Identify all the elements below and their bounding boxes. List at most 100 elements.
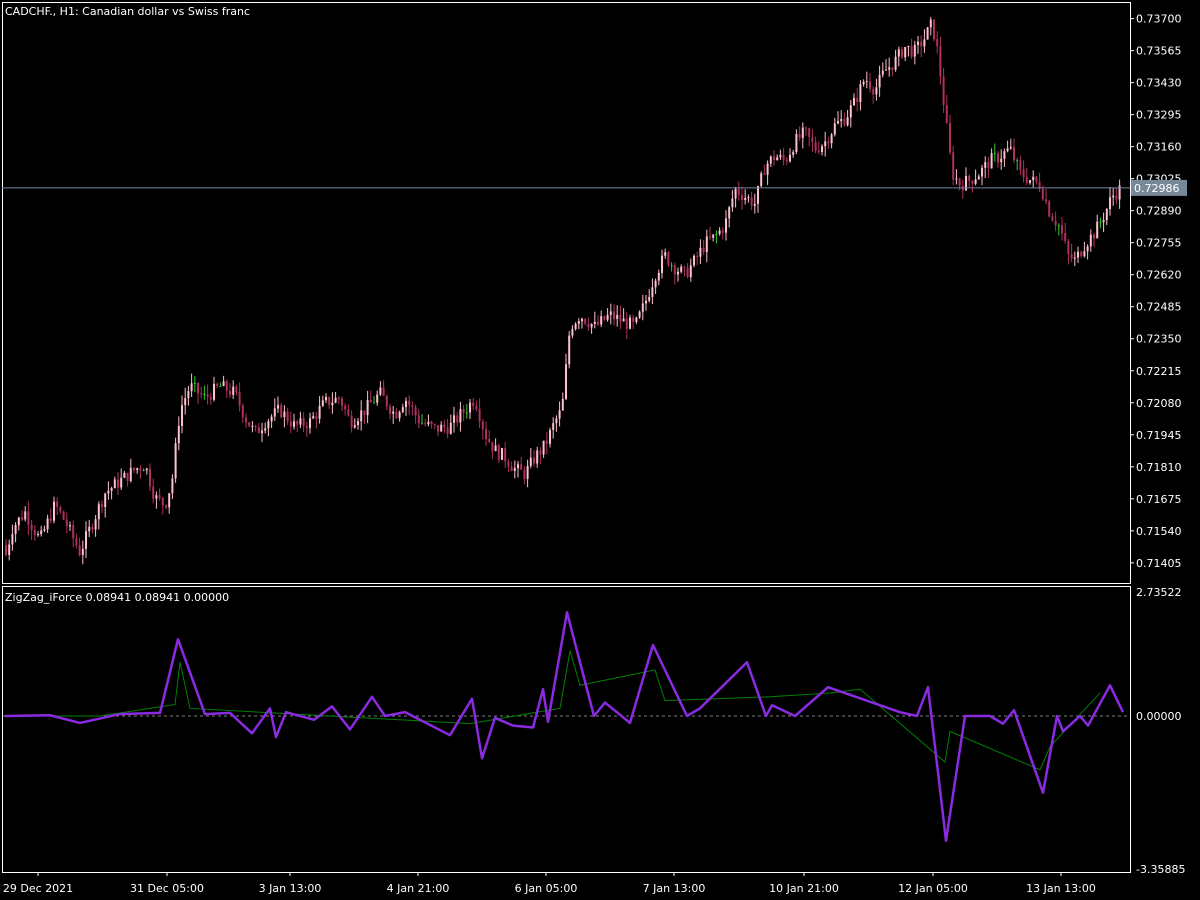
- candle-body: [440, 424, 443, 432]
- candle-body: [155, 495, 158, 499]
- candle-body: [507, 461, 510, 467]
- candle-body: [728, 207, 731, 219]
- candle-body: [1096, 221, 1099, 239]
- candle-body: [981, 167, 983, 177]
- candle-body: [862, 81, 865, 85]
- price-tick-label: 0.72350: [1136, 333, 1182, 346]
- candle-body: [827, 141, 830, 144]
- candle-body: [78, 545, 81, 556]
- candle-body: [565, 364, 567, 399]
- time-tick-label: 6 Jan 05:00: [515, 882, 578, 895]
- candle-body: [769, 156, 772, 164]
- price-tick-label: 0.72755: [1136, 237, 1182, 250]
- candle-body: [1000, 158, 1003, 163]
- candle-body: [513, 468, 516, 471]
- candle-body: [910, 45, 913, 57]
- candle-body: [401, 407, 404, 413]
- candle-body: [405, 400, 407, 408]
- candle-body: [369, 399, 372, 403]
- candle-body: [619, 314, 622, 322]
- candle-body: [443, 424, 446, 428]
- candle-body: [392, 411, 395, 414]
- candle-body: [222, 381, 225, 386]
- candle-body: [248, 422, 251, 427]
- candle-body: [792, 152, 795, 155]
- candle-body: [200, 393, 203, 395]
- candle-body: [145, 468, 148, 471]
- candle-body: [510, 466, 513, 471]
- candle-body: [430, 421, 433, 424]
- candle-body: [539, 450, 542, 455]
- candle-body: [667, 252, 670, 266]
- candle-body: [101, 504, 103, 508]
- candle-body: [30, 524, 33, 530]
- candle-body: [501, 448, 503, 460]
- candle-body: [1083, 251, 1086, 257]
- candle-body: [1029, 180, 1031, 183]
- candle-body: [59, 506, 62, 512]
- candle-body: [273, 408, 276, 417]
- time-tick-label: 3 Jan 13:00: [259, 882, 322, 895]
- candle-body: [1105, 209, 1108, 221]
- candle-body: [929, 19, 932, 28]
- time-tick-label: 12 Jan 05:00: [898, 882, 968, 895]
- candle-body: [683, 266, 686, 268]
- candle-body: [571, 329, 574, 336]
- candle-body: [715, 233, 718, 235]
- candle-body: [312, 416, 315, 419]
- candle-body: [885, 69, 887, 71]
- candle-body: [587, 323, 590, 328]
- candle-body: [1006, 148, 1009, 152]
- candle-body: [734, 188, 737, 199]
- candle-body: [56, 501, 59, 507]
- candle-body: [331, 402, 334, 406]
- candle-body: [945, 105, 948, 123]
- candle-body: [373, 402, 375, 404]
- candle-body: [187, 391, 190, 399]
- candle-body: [990, 153, 993, 169]
- candle-body: [347, 409, 350, 416]
- candle-body: [491, 442, 494, 452]
- candle-body: [142, 470, 145, 472]
- candle-body: [203, 393, 206, 395]
- candle-body: [625, 318, 628, 329]
- candle-body: [561, 398, 564, 411]
- candle-body: [997, 153, 999, 163]
- candle-body: [449, 422, 452, 434]
- candle-body: [741, 195, 743, 201]
- candle-body: [254, 425, 257, 428]
- candle-body: [8, 544, 11, 556]
- candle-body: [606, 314, 609, 320]
- candle-body: [433, 423, 436, 426]
- candle-body: [837, 121, 839, 124]
- candle-body: [657, 272, 660, 281]
- candle-body: [1025, 177, 1028, 183]
- candle-body: [318, 405, 321, 419]
- candle-body: [750, 197, 753, 206]
- candle-body: [654, 280, 657, 288]
- candle-body: [75, 538, 78, 546]
- candle-body: [843, 119, 846, 126]
- candle-body: [977, 176, 980, 180]
- candle-body: [712, 234, 715, 238]
- candle-body: [584, 318, 587, 324]
- candle-body: [1099, 221, 1102, 223]
- candle-body: [261, 430, 263, 434]
- candle-body: [865, 81, 868, 83]
- candle-body: [382, 387, 385, 396]
- candle-body: [552, 423, 555, 430]
- candle-body: [517, 464, 519, 469]
- candle-body: [1073, 257, 1076, 259]
- candle-body: [219, 385, 222, 387]
- candle-body: [46, 518, 49, 530]
- candle-body: [808, 128, 811, 137]
- candle-body: [88, 526, 91, 532]
- candle-body: [875, 87, 878, 95]
- candle-body: [497, 445, 500, 460]
- candle-body: [235, 386, 238, 392]
- candle-body: [987, 162, 990, 169]
- candle-body: [721, 230, 724, 233]
- candle-body: [1080, 251, 1083, 257]
- candle-body: [632, 317, 635, 322]
- candle-body: [705, 236, 708, 252]
